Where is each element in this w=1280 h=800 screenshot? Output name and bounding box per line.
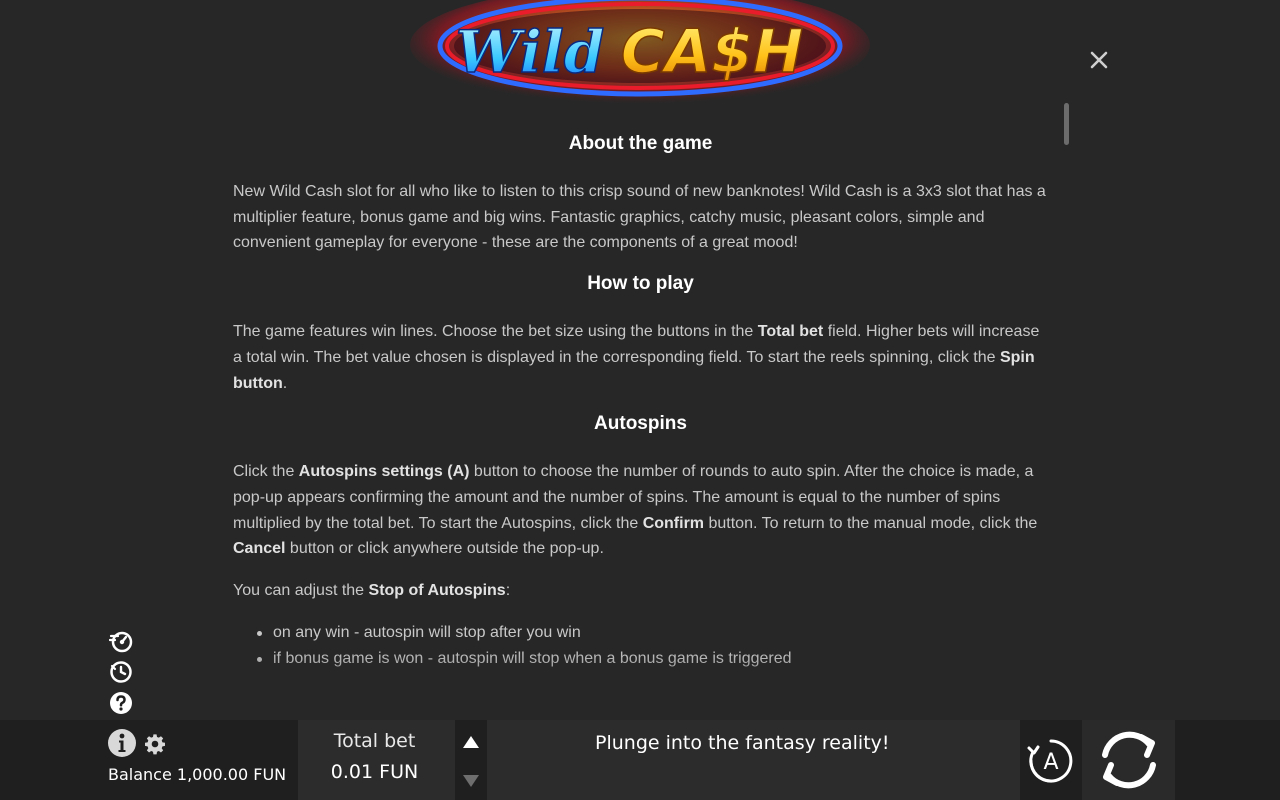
bottom-bar: Balance 1,000.00 FUN Total bet 0.01 FUN …: [0, 720, 1280, 800]
text-run: :: [505, 582, 511, 600]
autospins-paragraph: Click the Autospins settings (A) button …: [233, 459, 1048, 562]
total-bet-label: Total bet: [333, 730, 416, 752]
logo-graphic: Wild CA$H: [410, 0, 870, 105]
text-run: Click the: [233, 463, 299, 481]
about-paragraph: New Wild Cash slot for all who like to l…: [233, 183, 1046, 252]
autospin-button[interactable]: A: [1026, 736, 1076, 786]
autospin-label: A: [1043, 750, 1058, 775]
message-text: Plunge into the fantasy reality!: [595, 732, 890, 754]
rules-content: About the game New Wild Cash slot for al…: [233, 118, 1048, 718]
balance-panel: Balance 1,000.00 FUN: [0, 720, 298, 800]
logo-word-cash: CA$H: [621, 17, 803, 87]
section-about: About the game New Wild Cash slot for al…: [233, 132, 1048, 256]
history-button[interactable]: [108, 659, 134, 685]
text-bold: Confirm: [642, 514, 705, 532]
logo-word-wild: Wild: [456, 18, 605, 86]
total-bet-panel: Total bet 0.01 FUN: [298, 720, 455, 800]
help-button[interactable]: [108, 690, 134, 716]
info-button[interactable]: [107, 728, 137, 758]
text-run: The game features win lines. Choose the …: [233, 323, 758, 341]
autospin-icon: A: [1027, 739, 1073, 783]
section-how-to-play: How to play The game features win lines.…: [233, 272, 1048, 396]
spin-controls: A: [1020, 720, 1280, 800]
spin-button[interactable]: [1094, 727, 1164, 793]
bet-increase-button[interactable]: [463, 736, 479, 748]
stop-options-list: on any win - autospin will stop after yo…: [233, 620, 1048, 672]
text-bold: Stop of Autospins: [368, 582, 506, 600]
stop-autospins-paragraph: You can adjust the Stop of Autospins:: [233, 578, 1048, 604]
heading-how-to-play: How to play: [587, 273, 694, 295]
bet-stepper: [455, 720, 487, 800]
close-icon: [1090, 51, 1108, 69]
list-item: if bonus game is won - autospin will sto…: [233, 646, 1048, 672]
total-bet-value: 0.01 FUN: [330, 761, 419, 783]
settings-button[interactable]: [144, 733, 166, 755]
text-run: .: [282, 374, 288, 392]
text-bold: Autospins settings (A): [298, 463, 470, 481]
message-panel: Plunge into the fantasy reality!: [487, 720, 1020, 800]
turbo-icon: [109, 631, 133, 653]
text-run: You can adjust the: [233, 582, 369, 600]
bet-decrease-button[interactable]: [463, 775, 479, 787]
spin-icon: [1102, 731, 1156, 789]
heading-about: About the game: [568, 133, 713, 154]
scrollbar-thumb[interactable]: [1064, 103, 1069, 145]
help-icon: [110, 692, 132, 714]
game-logo: Wild CA$H: [400, 0, 880, 105]
balance-text: Balance 1,000.00 FUN: [108, 765, 287, 784]
info-icon: [108, 729, 136, 757]
history-icon: [110, 661, 132, 683]
text-bold: Total bet: [757, 323, 824, 341]
text-bold: Cancel: [233, 540, 286, 558]
section-autospins: Autospins Click the Autospins settings (…: [233, 412, 1048, 672]
how-to-play-paragraph: The game features win lines. Choose the …: [233, 319, 1048, 396]
list-item: on any win - autospin will stop after yo…: [233, 620, 1048, 646]
quick-icons: [108, 628, 134, 721]
gear-icon: [145, 734, 165, 755]
text-run: button. To return to the manual mode, cl…: [704, 514, 1038, 532]
turbo-button[interactable]: [108, 628, 134, 654]
text-run: button or click anywhere outside the pop…: [285, 540, 604, 558]
heading-autospins: Autospins: [594, 413, 687, 435]
close-button[interactable]: [1084, 45, 1114, 75]
